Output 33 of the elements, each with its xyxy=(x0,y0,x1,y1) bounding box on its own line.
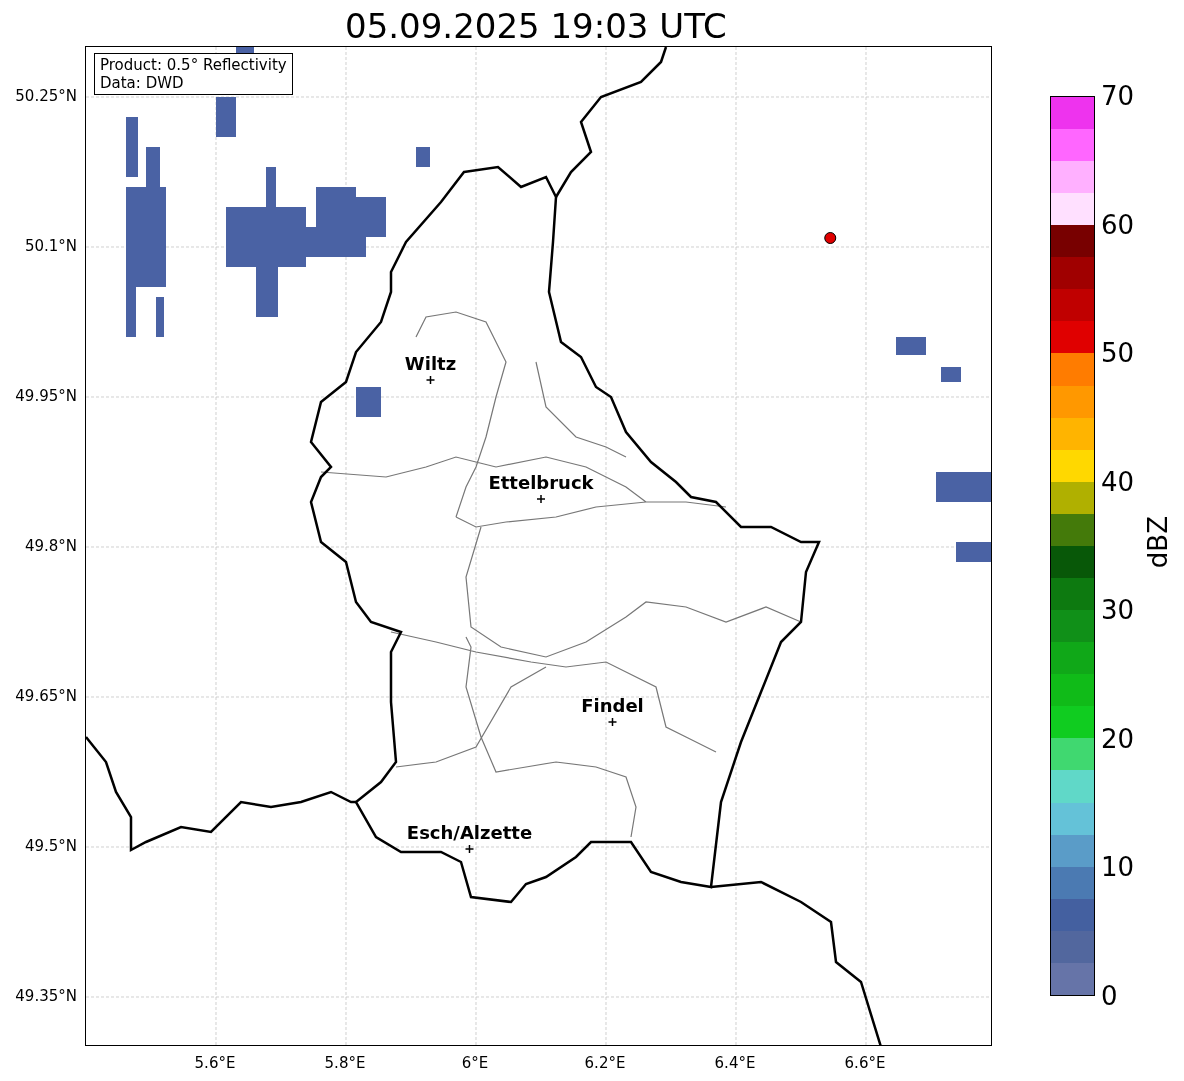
longitude-label: 5.6°E xyxy=(194,1054,236,1072)
city-label: Wiltz xyxy=(404,353,457,374)
longitude-label: 6°E xyxy=(461,1054,489,1072)
city-label: Esch/Alzette xyxy=(406,822,533,843)
colorbar-tick-label: 60 xyxy=(1101,209,1135,240)
info-text: Data: DWD xyxy=(100,74,185,92)
latitude-label: 49.8°N xyxy=(24,537,77,555)
longitude-label: 6.6°E xyxy=(844,1054,886,1072)
colorbar-tick-label: 70 xyxy=(1101,81,1135,111)
city-marker-icon xyxy=(607,717,618,727)
colorbar-label: dBZ xyxy=(1143,516,1173,569)
colorbar-tick-label: 0 xyxy=(1101,981,1118,1011)
longitude-label: 6.4°E xyxy=(714,1054,756,1072)
latitude-label: 49.95°N xyxy=(15,387,77,405)
latitude-label: 50.25°N xyxy=(15,87,77,105)
city-marker-icon xyxy=(464,844,475,854)
chart-title: 05.09.2025 19:03 UTC xyxy=(345,6,727,46)
colorbar-tick-label: 20 xyxy=(1101,723,1135,754)
colorbar-tick-label: 10 xyxy=(1101,852,1135,883)
latitude-label: 49.5°N xyxy=(24,837,77,855)
latitude-label: 50.1°N xyxy=(24,237,77,255)
city-label: Findel xyxy=(581,695,644,716)
longitude-label: 6.2°E xyxy=(584,1054,626,1072)
city-marker-icon xyxy=(425,375,436,385)
city-label: Ettelbruck xyxy=(488,472,594,493)
city-marker-icon xyxy=(536,494,546,504)
colorbar-tick-label: 50 xyxy=(1101,338,1135,369)
colorbar-tick-label: 30 xyxy=(1101,595,1135,626)
info-text: Product: 0.5° Reflectivity xyxy=(100,56,287,74)
latitude-label: 49.35°N xyxy=(15,987,77,1005)
latitude-label: 49.65°N xyxy=(15,687,77,705)
longitude-label: 5.8°E xyxy=(324,1054,366,1072)
colorbar-tick-label: 40 xyxy=(1101,466,1135,497)
